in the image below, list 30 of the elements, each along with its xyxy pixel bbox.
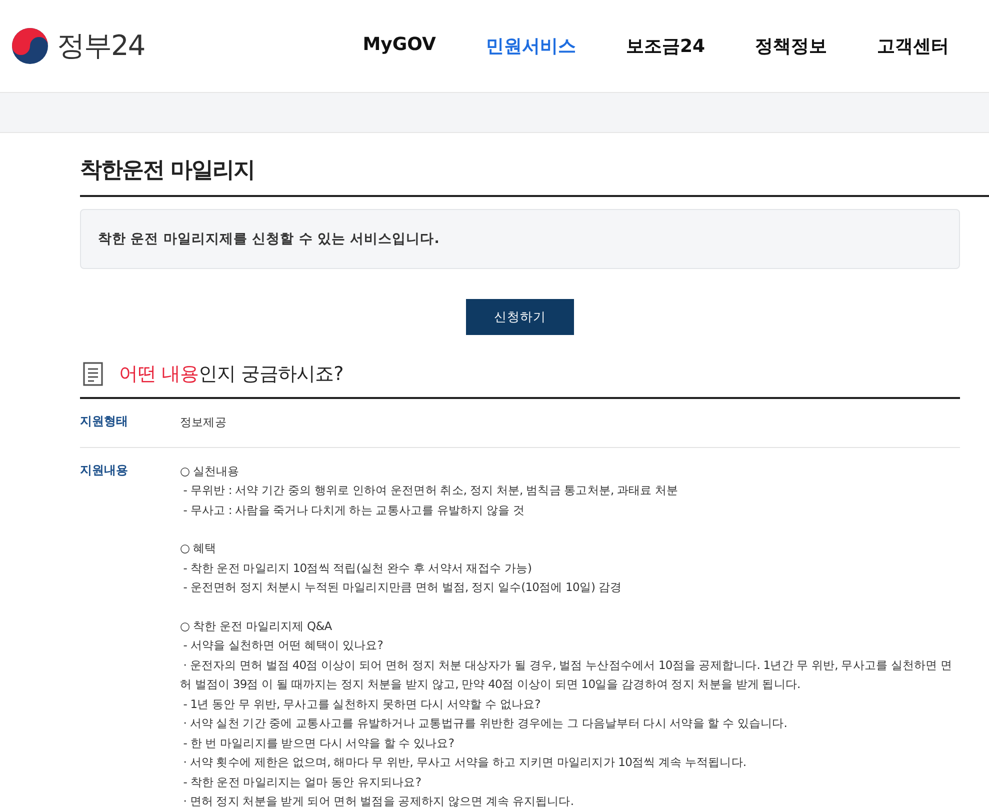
row-label: 지원형태 [80, 413, 129, 430]
logo-text[interactable]: 정부24 [57, 27, 145, 65]
content-line: - 서약을 실천하면 어떤 혜택이 있나요? [182, 637, 384, 654]
content-line: - 무사고 : 사람을 죽거나 다치게 하는 교통사고를 유발하지 않을 것 [182, 502, 526, 518]
page-title: 착한운전 마일리지 [80, 157, 256, 185]
content-line: ○ 착한 운전 마일리지제 Q&A [180, 618, 333, 634]
nav-link[interactable]: 고객센터 [877, 34, 949, 58]
row-label: 지원내용 [80, 462, 129, 478]
content-line: - 운전면허 정지 처분시 누적된 마일리지만큼 면허 벌점, 정지 일수(10점에 10일) 감경 [182, 579, 623, 596]
content-line: ○ 실천내용 [180, 462, 240, 480]
content-line: · 운전자의 면허 벌점 40점 이상이 되어 면허 정지 처분 대상자가 될 경우, 벌점 누산점수에서 10점을 공제합니다. 1년간 무 위반, 무사고를 실천하면 면허 벌점이 39점 이 될 때까지는 정지 처분을 받지 않고, 만약 40점 이상이 되면 10일을 감경하여 정지 처분을 받게 됩니다. [180, 656, 954, 693]
document-icon [83, 362, 103, 386]
content-line: 정보제공 [180, 414, 228, 431]
content-line: · 면허 정지 처분을 받게 되어 면허 벌점을 공제하지 않으면 계속 유지됩니다. [182, 793, 575, 810]
nav-link[interactable]: 보조금24 [626, 34, 705, 58]
content-line: - 무위반 : 서약 기간 중의 행위로 인하여 운전면허 취소, 정지 처분, 범칙금 통고처분, 과태료 처분 [182, 482, 680, 499]
nav-link[interactable]: 민원서비스 [486, 34, 576, 58]
nav-link[interactable]: MyGOV [362, 34, 436, 58]
nav-link[interactable]: 정책정보 [755, 34, 827, 58]
emblem-icon[interactable] [11, 27, 49, 65]
content-line: · 서약 횟수에 제한은 없으며, 해마다 무 위반, 무사고 서약을 하고 지키면 마일리지가 10점씩 계속 누적됩니다. [182, 754, 748, 771]
apply-button[interactable]: 신청하기 [466, 299, 574, 335]
content-line: - 1년 동안 무 위반, 무사고를 실천하지 못하면 다시 서약할 수 없나요? [182, 696, 542, 712]
content-line: - 한 번 마일리지를 받으면 다시 서약을 할 수 있나요? [182, 734, 456, 752]
content-line: ○ 혜택 [180, 540, 218, 557]
summary-box: 착한 운전 마일리지제를 신청할 수 있는 서비스입니다. [80, 209, 960, 269]
section-heading: 어떤 내용인지 궁금하시죠? [119, 362, 344, 387]
content-line: - 착한 운전 마일리지 10점씩 적립(실천 완수 후 서약서 재접수 가능) [182, 560, 533, 576]
content-line: - 착한 운전 마일리지는 얼마 동안 유지되나요? [182, 774, 422, 790]
content-line: · 서약 실천 기간 중에 교통사고를 유발하거나 교통법규를 위반한 경우에는 그 다음날부터 다시 서약을 할 수 있습니다. [182, 715, 788, 732]
